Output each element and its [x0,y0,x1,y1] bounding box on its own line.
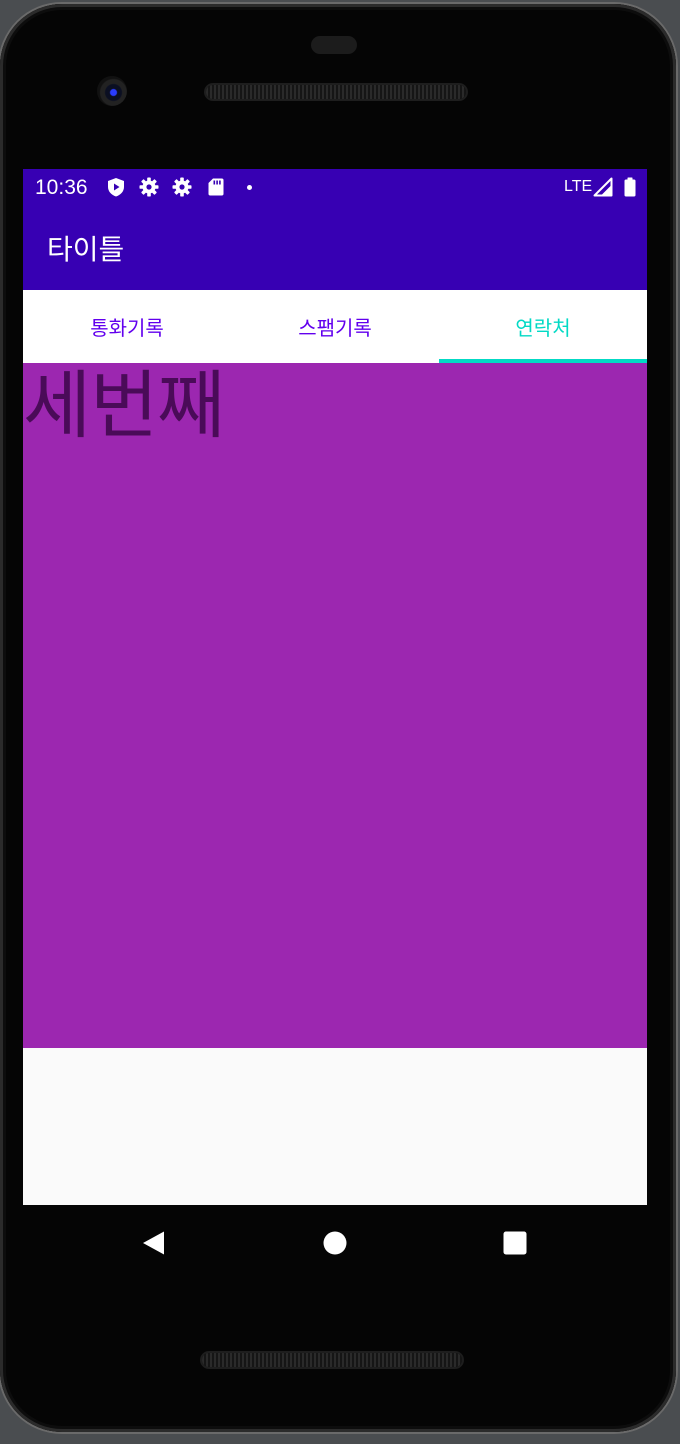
play-protect-icon [108,178,124,197]
status-time: 10:36 [35,176,88,199]
tab-spam-history[interactable]: 스팸기록 [231,290,439,363]
settings-gear-icon [172,177,192,197]
app-bar: 타이틀 [23,206,647,290]
status-bar: 10:36 LTE [23,169,647,206]
app-title: 타이틀 [47,233,125,266]
tab-bar: 통화기록 스팸기록 연락처 [23,290,647,363]
tab-label: 스팸기록 [298,316,372,340]
earpiece-notch [311,36,357,54]
battery-icon [624,177,636,197]
network-type-label: LTE [564,178,593,195]
page-content: 세번째 [23,363,647,1048]
home-icon[interactable] [322,1230,348,1256]
tab-label: 통화기록 [90,316,164,340]
page-text: 세번째 [23,363,225,449]
notification-dot-icon [247,185,252,190]
settings-gear-icon [139,177,159,197]
navigation-bar [23,1205,647,1281]
back-icon[interactable] [141,1230,167,1256]
phone-device: 10:36 LTE 타이틀 통화기록 스팸기록 연락처 세번째 [0,4,676,1432]
front-camera [97,76,127,106]
recents-icon[interactable] [502,1230,528,1256]
bottom-speaker-grille [202,1353,462,1367]
tab-label: 연락처 [515,316,571,340]
tab-contacts[interactable]: 연락처 [439,290,647,363]
tab-call-history[interactable]: 통화기록 [23,290,231,363]
phone-screen: 10:36 LTE 타이틀 통화기록 스팸기록 연락처 세번째 [23,169,647,1205]
signal-icon [593,177,613,197]
top-speaker-grille [206,85,466,99]
sd-card-icon [208,178,224,196]
